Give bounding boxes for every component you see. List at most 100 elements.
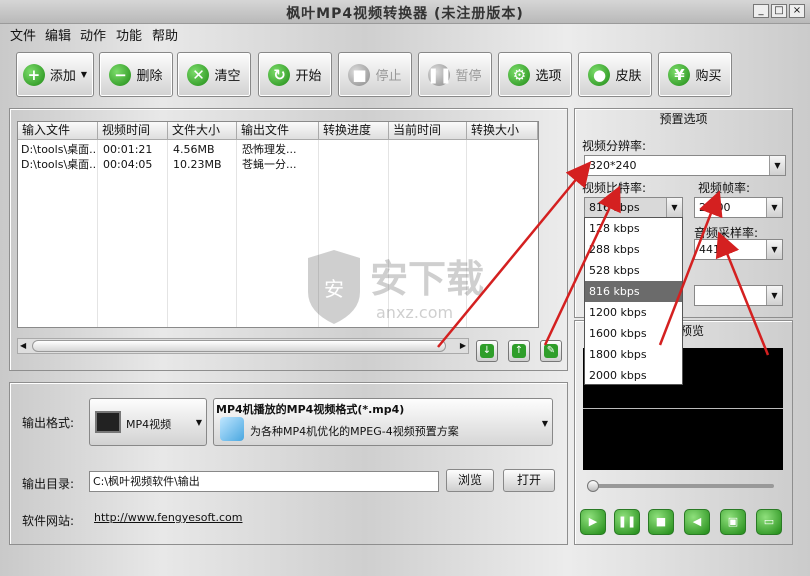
clear-button[interactable]: ✕ 清空	[177, 52, 251, 97]
col-progress[interactable]: 转换进度	[319, 122, 389, 140]
add-label: 添加	[49, 69, 76, 84]
close-button[interactable]: ×	[789, 4, 805, 18]
remove-button[interactable]: − 删除	[99, 52, 173, 97]
framerate-select[interactable]: 25.00 ▼	[694, 197, 783, 218]
framerate-value: 25.00	[699, 201, 731, 214]
website-link[interactable]: http://www.fengyesoft.com	[94, 511, 243, 524]
seek-track[interactable]	[588, 484, 774, 488]
bitrate-option[interactable]: 1600 kbps	[585, 323, 682, 344]
bitrate-select[interactable]: 816 kbps ▼	[584, 197, 683, 218]
dropdown-arrow-icon: ▼	[195, 418, 202, 427]
scroll-left-icon[interactable]: ◀	[20, 341, 26, 350]
col-output-file[interactable]: 输出文件	[237, 122, 319, 140]
play-icon: ▶	[588, 515, 598, 528]
folder-icon	[220, 417, 244, 441]
resolution-select[interactable]: 320*240 ▼	[584, 155, 786, 176]
menu-file[interactable]: 文件	[10, 25, 36, 44]
pause-button[interactable]: ❚❚ 暂停	[418, 52, 492, 97]
bitrate-option[interactable]: 1200 kbps	[585, 302, 682, 323]
volume-icon: ◀	[692, 515, 702, 528]
maximize-button[interactable]: □	[771, 4, 787, 18]
output-dir-input[interactable]: C:\枫叶视频软件\输出	[89, 471, 439, 492]
edit-item-button[interactable]: ✎	[540, 340, 562, 362]
stop-icon: ■	[655, 515, 667, 528]
arrow-down-icon: ↓	[480, 344, 494, 358]
bitrate-option-selected[interactable]: 816 kbps	[585, 281, 682, 302]
remove-label: 删除	[136, 69, 163, 84]
browse-button[interactable]: 浏览	[446, 469, 494, 492]
pause-icon: ❚❚	[426, 63, 453, 86]
menu-action[interactable]: 动作	[80, 25, 106, 44]
website-label: 软件网站:	[22, 514, 75, 528]
buy-button[interactable]: ¥ 购买	[658, 52, 732, 97]
watermark-brand: 安下载	[370, 257, 484, 301]
edit-icon: ✎	[544, 344, 558, 358]
start-button[interactable]: ↻ 开始	[258, 52, 332, 97]
skin-icon: ●	[588, 63, 611, 86]
row2-time: 00:04:05	[103, 158, 153, 171]
add-button[interactable]: + 添加 ▼	[16, 52, 94, 97]
arrow-up-icon: ↑	[512, 344, 526, 358]
file-list-hscroll[interactable]: ◀ ▶	[17, 338, 469, 354]
watermark-domain: anxz.com	[376, 303, 453, 322]
resolution-value: 320*240	[589, 159, 637, 172]
format-preset-select[interactable]: MP4机播放的MP4视频格式(*.mp4) 为各种MP4机优化的MPEG-4视频…	[213, 398, 553, 446]
dropdown-arrow-icon: ▼	[766, 198, 782, 217]
dropdown-arrow-icon: ▼	[541, 419, 548, 428]
clear-label: 清空	[214, 69, 241, 84]
stop-icon: ■	[348, 63, 371, 86]
col-video-time[interactable]: 视频时间	[98, 122, 168, 140]
samplerate-select[interactable]: 44100 ▼	[694, 239, 783, 260]
scroll-right-icon[interactable]: ▶	[460, 341, 466, 350]
options-button[interactable]: ⚙ 选项	[498, 52, 572, 97]
row1-size: 4.56MB	[173, 143, 215, 156]
bitrate-value: 816 kbps	[589, 201, 640, 214]
menu-function[interactable]: 功能	[116, 25, 142, 44]
clear-icon: ✕	[187, 63, 210, 86]
dropdown-arrow-icon: ▼	[766, 286, 782, 305]
menu-edit[interactable]: 编辑	[45, 25, 71, 44]
menu-help[interactable]: 帮助	[152, 25, 178, 44]
move-up-button[interactable]: ↑	[508, 340, 530, 362]
bitrate-option[interactable]: 528 kbps	[585, 260, 682, 281]
row1-input[interactable]: D:\tools\桌面...	[21, 143, 97, 157]
pause-label: 暂停	[455, 69, 482, 84]
col-converted-size[interactable]: 转换大小	[467, 122, 538, 140]
snapshot-button[interactable]: ▣	[720, 509, 746, 535]
bitrate-option[interactable]: 2000 kbps	[585, 365, 682, 386]
format-preset-title: MP4机播放的MP4视频格式(*.mp4)	[216, 403, 405, 416]
output-format-button[interactable]: MP4视频 ▼	[89, 398, 207, 446]
row1-output: 恐怖理发...	[242, 143, 297, 156]
col-current-time[interactable]: 当前时间	[389, 122, 467, 140]
col-file-size[interactable]: 文件大小	[168, 122, 237, 140]
skin-button[interactable]: ● 皮肤	[578, 52, 652, 97]
play-button[interactable]: ▶	[580, 509, 606, 535]
volume-button[interactable]: ◀	[684, 509, 710, 535]
bitrate-option[interactable]: 128 kbps	[585, 218, 682, 239]
options-label: 选项	[535, 69, 562, 84]
tv-icon	[95, 411, 121, 433]
start-label: 开始	[295, 69, 322, 84]
row2-input[interactable]: D:\tools\桌面...	[21, 158, 97, 172]
watermark-logo: 安 安下载 anxz.com	[308, 250, 484, 324]
buy-label: 购买	[695, 69, 722, 84]
folder-icon: ▭	[763, 515, 775, 528]
seek-handle[interactable]	[587, 480, 599, 492]
pause-preview-button[interactable]: ❚❚	[614, 509, 640, 535]
move-down-button[interactable]: ↓	[476, 340, 498, 362]
minimize-button[interactable]: _	[753, 4, 769, 18]
open-button[interactable]: 打开	[503, 469, 555, 492]
add-icon: +	[22, 63, 45, 86]
audio-select[interactable]: ▼	[694, 285, 783, 306]
open-folder-button[interactable]: ▭	[756, 509, 782, 535]
samplerate-value: 44100	[699, 243, 734, 256]
bitrate-option[interactable]: 288 kbps	[585, 239, 682, 260]
scroll-thumb[interactable]	[32, 340, 446, 352]
stop-button[interactable]: ■ 停止	[338, 52, 412, 97]
stop-preview-button[interactable]: ■	[648, 509, 674, 535]
options-icon: ⚙	[508, 63, 531, 86]
svg-text:安: 安	[324, 277, 344, 301]
bitrate-dropdown-list[interactable]: 128 kbps 288 kbps 528 kbps 816 kbps 1200…	[584, 217, 683, 385]
col-input-file[interactable]: 输入文件	[18, 122, 98, 140]
bitrate-option[interactable]: 1800 kbps	[585, 344, 682, 365]
